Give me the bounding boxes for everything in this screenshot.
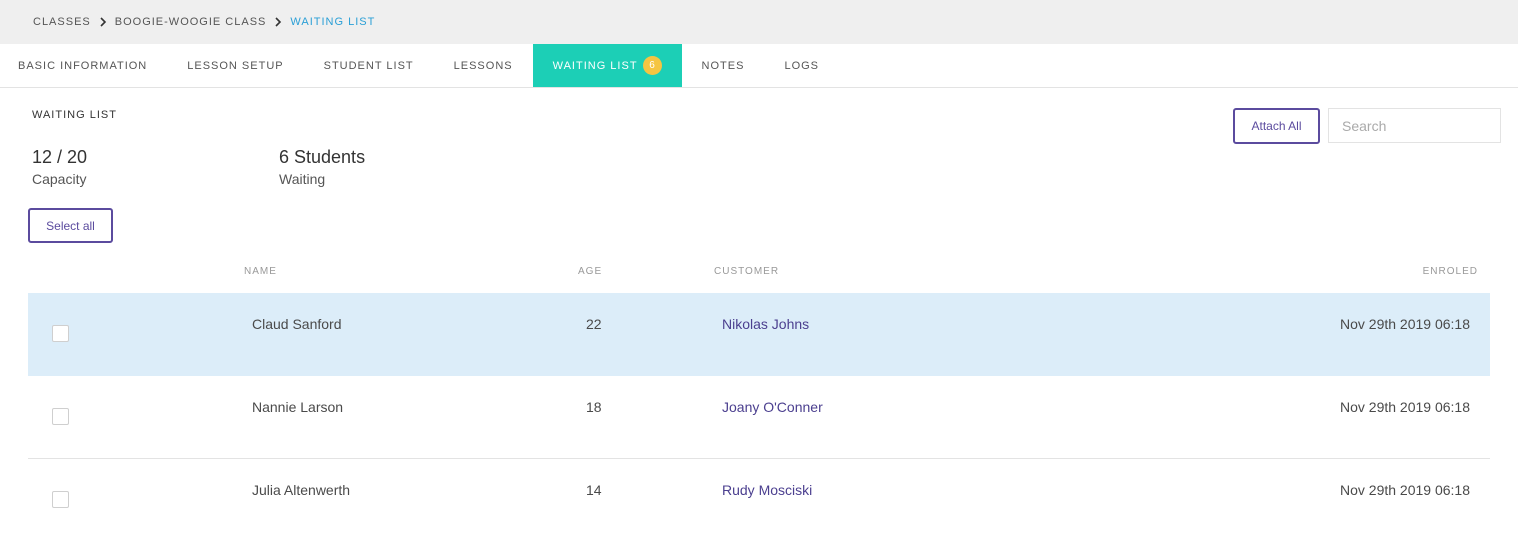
tab-student-list[interactable]: STUDENT LIST (304, 44, 434, 87)
column-customer[interactable]: CUSTOMER (714, 266, 779, 277)
tab-label: BASIC INFORMATION (18, 59, 148, 72)
tab-lessons[interactable]: LESSONS (434, 44, 533, 87)
customer-link[interactable]: Joany O'Conner (722, 399, 823, 415)
student-age: 14 (586, 482, 602, 498)
student-name: Claud Sanford (252, 316, 342, 332)
enroled-date: Nov 29th 2019 06:18 (1340, 316, 1470, 332)
section-title: WAITING LIST (32, 109, 117, 121)
breadcrumb-waiting-list: WAITING LIST (290, 16, 376, 28)
table-row[interactable]: Claud Sanford 22 Nikolas Johns Nov 29th … (28, 293, 1490, 376)
column-age[interactable]: AGE (578, 266, 602, 277)
chevron-right-icon (91, 15, 115, 29)
waiting-list-table: Claud Sanford 22 Nikolas Johns Nov 29th … (28, 293, 1490, 541)
attach-all-button[interactable]: Attach All (1233, 108, 1320, 144)
chevron-right-icon (266, 15, 290, 29)
tab-bar: BASIC INFORMATION LESSON SETUP STUDENT L… (0, 44, 1518, 88)
table-row[interactable]: Nannie Larson 18 Joany O'Conner Nov 29th… (28, 376, 1490, 459)
column-name[interactable]: NAME (244, 266, 277, 277)
row-checkbox[interactable] (52, 491, 69, 508)
tab-label: NOTES (701, 59, 745, 72)
tab-label: WAITING LIST (552, 59, 638, 72)
student-age: 18 (586, 399, 602, 415)
student-name: Nannie Larson (252, 399, 344, 415)
tab-logs[interactable]: LOGS (764, 44, 839, 87)
tab-waiting-list[interactable]: WAITING LIST 6 (532, 44, 682, 87)
tab-label: LOGS (784, 59, 820, 72)
customer-link[interactable]: Rudy Mosciski (722, 482, 812, 498)
table-row[interactable]: Julia Altenwerth 14 Rudy Mosciski Nov 29… (28, 459, 1490, 541)
tab-label: LESSONS (453, 59, 513, 72)
waiting-value: 6 Students (279, 147, 366, 167)
enroled-date: Nov 29th 2019 06:18 (1340, 399, 1470, 415)
capacity-stat: 12 / 20 Capacity (32, 146, 87, 187)
student-age: 22 (586, 316, 602, 332)
enroled-date: Nov 29th 2019 06:18 (1340, 482, 1470, 498)
waiting-stat: 6 Students Waiting (279, 146, 365, 187)
customer-link[interactable]: Nikolas Johns (722, 316, 809, 332)
row-checkbox[interactable] (52, 325, 69, 342)
search-input[interactable] (1328, 108, 1501, 143)
select-all-button[interactable]: Select all (28, 208, 113, 243)
row-checkbox[interactable] (52, 408, 69, 425)
column-enroled[interactable]: ENROLED (1423, 266, 1478, 277)
breadcrumb-class[interactable]: BOOGIE-WOOGIE CLASS (115, 16, 267, 28)
waiting-label: Waiting (279, 171, 326, 187)
breadcrumb: CLASSES BOOGIE-WOOGIE CLASS WAITING LIST (0, 0, 1518, 44)
capacity-label: Capacity (32, 171, 87, 187)
capacity-value: 12 / 20 (32, 147, 88, 167)
tab-label: STUDENT LIST (323, 59, 414, 72)
table-header: NAME AGE CUSTOMER ENROLED (28, 262, 1490, 282)
tab-lesson-setup[interactable]: LESSON SETUP (167, 44, 303, 87)
count-badge: 6 (642, 56, 662, 75)
student-name: Julia Altenwerth (252, 482, 351, 498)
tab-notes[interactable]: NOTES (682, 44, 765, 87)
tab-label: LESSON SETUP (187, 59, 284, 72)
tab-basic-information[interactable]: BASIC INFORMATION (0, 44, 167, 87)
breadcrumb-classes[interactable]: CLASSES (33, 16, 91, 28)
